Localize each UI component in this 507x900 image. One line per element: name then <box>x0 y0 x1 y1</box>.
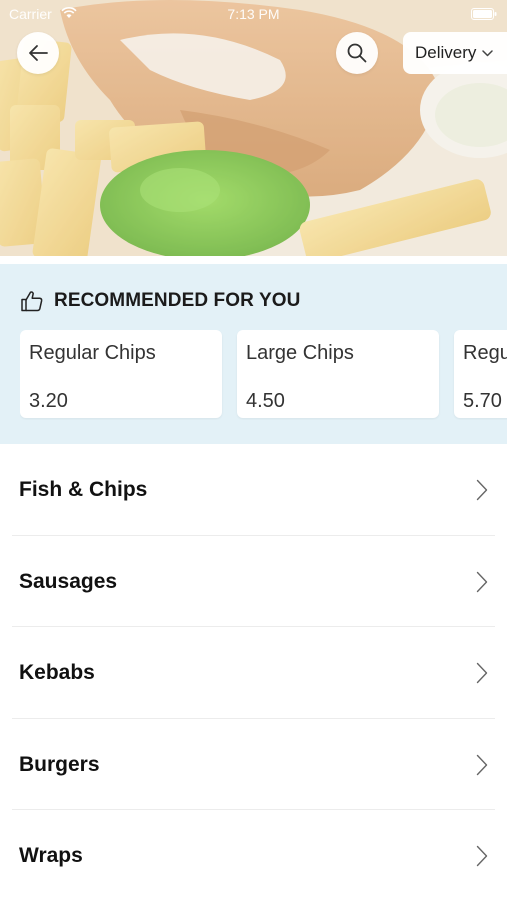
search-button[interactable] <box>336 32 378 74</box>
chevron-right-icon <box>476 479 488 501</box>
delivery-mode-label: Delivery <box>415 43 477 62</box>
category-label: Kebabs <box>19 661 95 684</box>
recommended-item-name: Regular Chips <box>29 342 156 364</box>
recommended-item-price: 4.50 <box>246 390 285 412</box>
category-label: Burgers <box>19 752 100 776</box>
recommended-card[interactable]: Large Chips 4.50 <box>237 330 439 418</box>
delivery-mode-dropdown[interactable]: Delivery <box>403 32 507 74</box>
recommended-section: RECOMMENDED FOR YOU Regular Chips 3.20 L… <box>0 264 507 444</box>
recommended-title: RECOMMENDED FOR YOU <box>54 290 301 311</box>
status-bar: Carrier 7:13 PM <box>0 0 507 26</box>
recommended-card[interactable]: Regu 5.70 <box>454 330 507 418</box>
search-icon <box>347 43 367 63</box>
recommended-carousel[interactable]: Regular Chips 3.20 Large Chips 4.50 Regu… <box>20 330 507 420</box>
battery-icon <box>471 8 497 20</box>
category-row-sausages[interactable]: Sausages <box>0 536 507 628</box>
category-row-burgers[interactable]: Burgers <box>0 719 507 811</box>
chevron-right-icon <box>476 571 488 592</box>
chevron-down-icon <box>482 49 494 56</box>
chevron-right-icon <box>476 662 488 684</box>
menu-screen: Carrier 7:13 PM Delivery RECOMMENDED FOR… <box>0 0 507 900</box>
chevron-right-icon <box>476 845 488 867</box>
category-list: Fish & Chips Sausages Kebabs Burgers Wra… <box>0 444 507 900</box>
recommended-item-name: Regu <box>463 342 507 364</box>
category-label: Wraps <box>19 844 83 867</box>
chevron-right-icon <box>476 754 488 775</box>
back-button[interactable] <box>17 32 59 74</box>
thumbs-up-icon <box>21 291 43 312</box>
recommended-card[interactable]: Regular Chips 3.20 <box>20 330 222 418</box>
hero-banner: Carrier 7:13 PM Delivery <box>0 0 507 256</box>
recommended-item-price: 3.20 <box>29 390 68 412</box>
category-row-kebabs[interactable]: Kebabs <box>0 627 507 719</box>
arrow-left-icon <box>29 45 48 61</box>
category-label: Fish & Chips <box>19 478 148 501</box>
clock-label: 7:13 PM <box>227 6 280 22</box>
category-row-fish-and-chips[interactable]: Fish & Chips <box>0 444 507 536</box>
category-label: Sausages <box>19 569 118 593</box>
recommended-item-price: 5.70 <box>463 390 502 412</box>
recommended-item-name: Large Chips <box>246 342 354 364</box>
category-row-wraps[interactable]: Wraps <box>0 810 507 900</box>
recommended-header: RECOMMENDED FOR YOU <box>20 290 300 312</box>
